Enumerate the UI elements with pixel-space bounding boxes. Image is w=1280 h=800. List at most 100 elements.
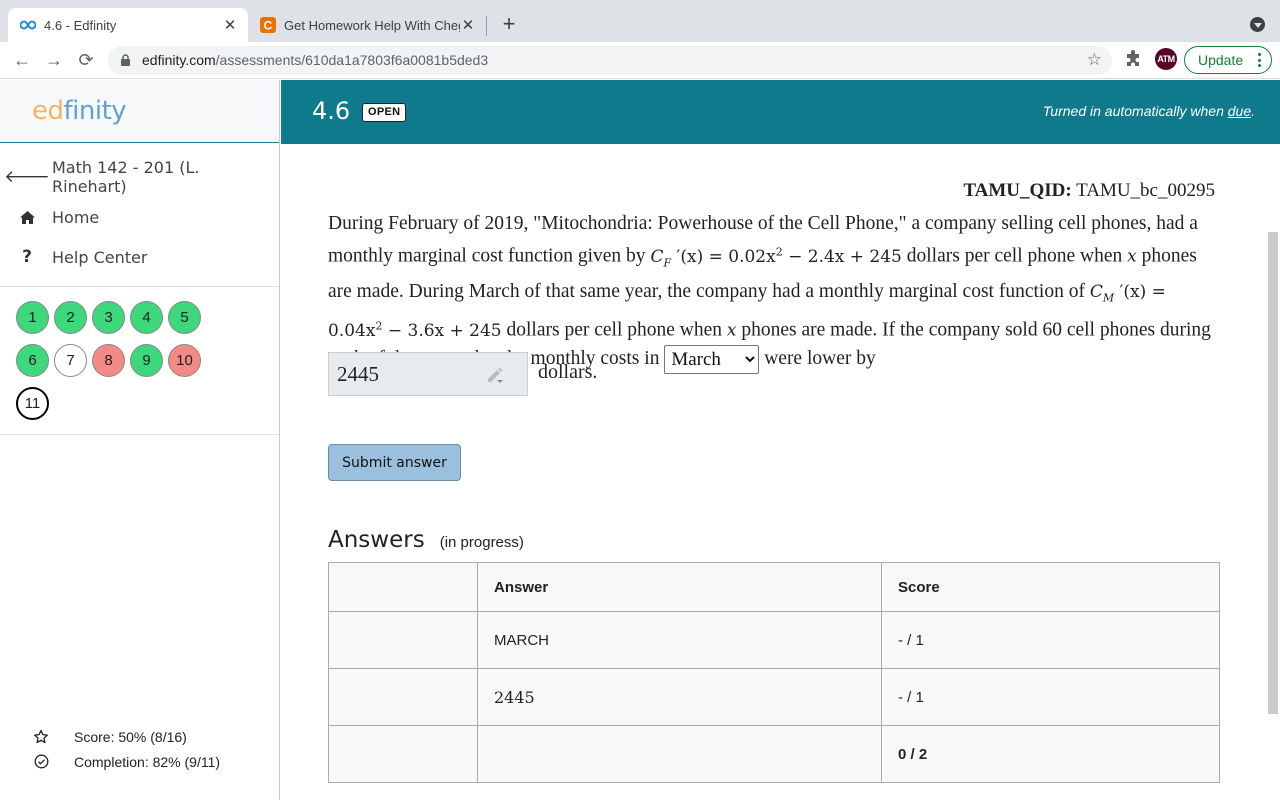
profile-avatar[interactable]: ATM: [1155, 48, 1177, 70]
score-stat: Score: 50% (8/16): [0, 724, 279, 749]
answer-cell: MARCH: [477, 611, 882, 669]
column-header-answer: Answer: [477, 562, 882, 612]
qid-label: TAMU_QID:: [963, 180, 1072, 201]
assignment-stats: Score: 50% (8/16) Completion: 82% (9/11): [0, 724, 279, 774]
update-button[interactable]: Update: [1184, 46, 1272, 74]
scrollbar-thumb[interactable]: [1268, 232, 1278, 714]
back-icon[interactable]: ←: [11, 49, 33, 71]
star-icon: [32, 729, 50, 745]
sidebar-nav: 🡐 Math 142 - 201 (L. Rinehart) Home ? He…: [0, 143, 279, 277]
eq-body: ′(x) = 0.02x: [671, 246, 776, 267]
eq-rest: − 3.6x + 245: [382, 320, 502, 341]
total-score-cell: 0 / 2: [881, 725, 1220, 783]
status-badge: OPEN: [362, 103, 407, 122]
question-bubble[interactable]: 7: [54, 344, 87, 377]
address-bar[interactable]: edfinity.com/assessments/610da1a7803f6a0…: [108, 46, 1112, 75]
question-navigator: 1 2 3 4 5 6 7 8 9 10 11: [0, 287, 240, 430]
answers-title: Answers: [328, 527, 425, 553]
url-text: edfinity.com/assessments/610da1a7803f6a0…: [142, 52, 488, 68]
eq-sub: F: [663, 256, 672, 270]
edfinity-infinity-icon: [20, 17, 36, 33]
problem-text-part: dollars per cell phone when: [501, 319, 727, 341]
eq-sub: M: [1102, 291, 1115, 305]
answer-row: 2445 dollars.: [328, 352, 597, 396]
answer-input[interactable]: 2445: [328, 352, 528, 396]
logo-finity: finity: [63, 96, 127, 126]
eq-var-x: x: [1127, 246, 1137, 267]
column-header: [328, 562, 478, 612]
pencil-icon[interactable]: [485, 365, 505, 391]
table-header-row: Answer Score: [328, 562, 1220, 612]
assignment-title: 4.6: [312, 97, 351, 125]
extensions-puzzle-icon[interactable]: [1124, 50, 1142, 68]
answer-cell: [477, 725, 882, 783]
tab-separator: [486, 16, 487, 36]
table-total-row: 0 / 2: [328, 725, 1220, 783]
qid-value: TAMU_bc_00295: [1076, 180, 1215, 201]
close-tab-icon[interactable]: ✕: [222, 16, 238, 34]
turnin-notice: Turned in automatically when due.: [1043, 103, 1255, 119]
url-path: /assessments/610da1a7803f6a0081b5ded3: [215, 52, 489, 68]
question-id: TAMU_QID: TAMU_bc_00295: [963, 180, 1215, 202]
bookmark-star-icon[interactable]: ☆: [1087, 50, 1102, 70]
question-bubble[interactable]: 9: [130, 344, 163, 377]
profile-initials: ATM: [1157, 54, 1175, 64]
check-circle-icon: [32, 754, 50, 769]
new-tab-button[interactable]: +: [498, 13, 520, 35]
question-bubble[interactable]: 6: [16, 344, 49, 377]
problem-text-part: dollars per cell phone when: [901, 245, 1128, 267]
eq-var: C: [650, 246, 664, 267]
home-icon: [18, 210, 36, 225]
arrow-left-icon: 🡐: [4, 167, 50, 187]
lock-icon: [121, 54, 130, 66]
sidebar-item-help-center[interactable]: ? Help Center: [0, 237, 279, 277]
tab-chegg[interactable]: C Get Homework Help With Cheg ✕: [250, 8, 486, 42]
svg-text:C: C: [264, 19, 273, 33]
answer-value: 2445: [337, 362, 379, 386]
row-label: [328, 611, 478, 669]
update-label: Update: [1198, 52, 1244, 68]
units-label: dollars.: [538, 360, 598, 383]
edfinity-logo[interactable]: edfinity: [32, 96, 127, 126]
due-link[interactable]: due: [1228, 103, 1251, 119]
answers-status: (in progress): [439, 534, 524, 551]
browser-tab-bar: 4.6 - Edfinity ✕ C Get Homework Help Wit…: [0, 0, 1280, 42]
month-select[interactable]: March: [664, 345, 760, 375]
eq-var: C: [1089, 281, 1103, 302]
question-bubble[interactable]: 4: [130, 301, 163, 334]
answers-table: Answer Score MARCH - / 1 2445 - / 1 0 / …: [328, 562, 1220, 783]
completion-text: Completion: 82% (9/11): [74, 753, 221, 770]
column-header-score: Score: [881, 562, 1220, 612]
question-bubble[interactable]: 8: [92, 344, 125, 377]
question-icon: ?: [22, 247, 32, 267]
answer-cell: 2445: [477, 668, 882, 726]
close-tab-icon[interactable]: ✕: [460, 16, 476, 34]
problem-text-part: were lower by: [759, 348, 876, 370]
question-bubble[interactable]: 2: [54, 301, 87, 334]
forward-icon[interactable]: →: [43, 49, 65, 71]
tab-edfinity[interactable]: 4.6 - Edfinity ✕: [8, 8, 248, 42]
question-bubble[interactable]: 3: [92, 301, 125, 334]
sidebar: edfinity 🡐 Math 142 - 201 (L. Rinehart) …: [0, 80, 280, 800]
question-bubble[interactable]: 5: [168, 301, 201, 334]
eq-rest: − 2.4x + 245: [782, 246, 902, 267]
submit-answer-button[interactable]: Submit answer: [328, 444, 461, 481]
problem-text: During February of 2019, "Mitochondria: …: [328, 210, 1218, 375]
kebab-menu-icon[interactable]: [1258, 53, 1261, 67]
tab-title: Get Homework Help With Cheg: [284, 17, 460, 33]
sidebar-item-label: Math 142 - 201 (L. Rinehart): [52, 158, 200, 196]
answers-heading: Answers (in progress): [328, 527, 524, 553]
tab-search-icon[interactable]: [1250, 17, 1265, 32]
sidebar-item-label: Home: [52, 207, 100, 227]
question-panel: TAMU_QID: TAMU_bc_00295 During February …: [281, 144, 1267, 800]
reload-icon[interactable]: ⟳: [75, 49, 97, 71]
question-bubble-current[interactable]: 11: [16, 387, 49, 420]
row-label: [328, 668, 478, 726]
table-row: 2445 - / 1: [328, 668, 1220, 726]
question-bubble[interactable]: 1: [16, 301, 49, 334]
question-bubble[interactable]: 10: [168, 344, 201, 377]
turnin-end: .: [1251, 103, 1255, 119]
equation-feb: CF ′(x) = 0.02x2 − 2.4x + 245: [650, 245, 902, 270]
sidebar-item-home[interactable]: Home: [0, 197, 279, 237]
sidebar-item-course[interactable]: 🡐 Math 142 - 201 (L. Rinehart): [0, 157, 279, 197]
